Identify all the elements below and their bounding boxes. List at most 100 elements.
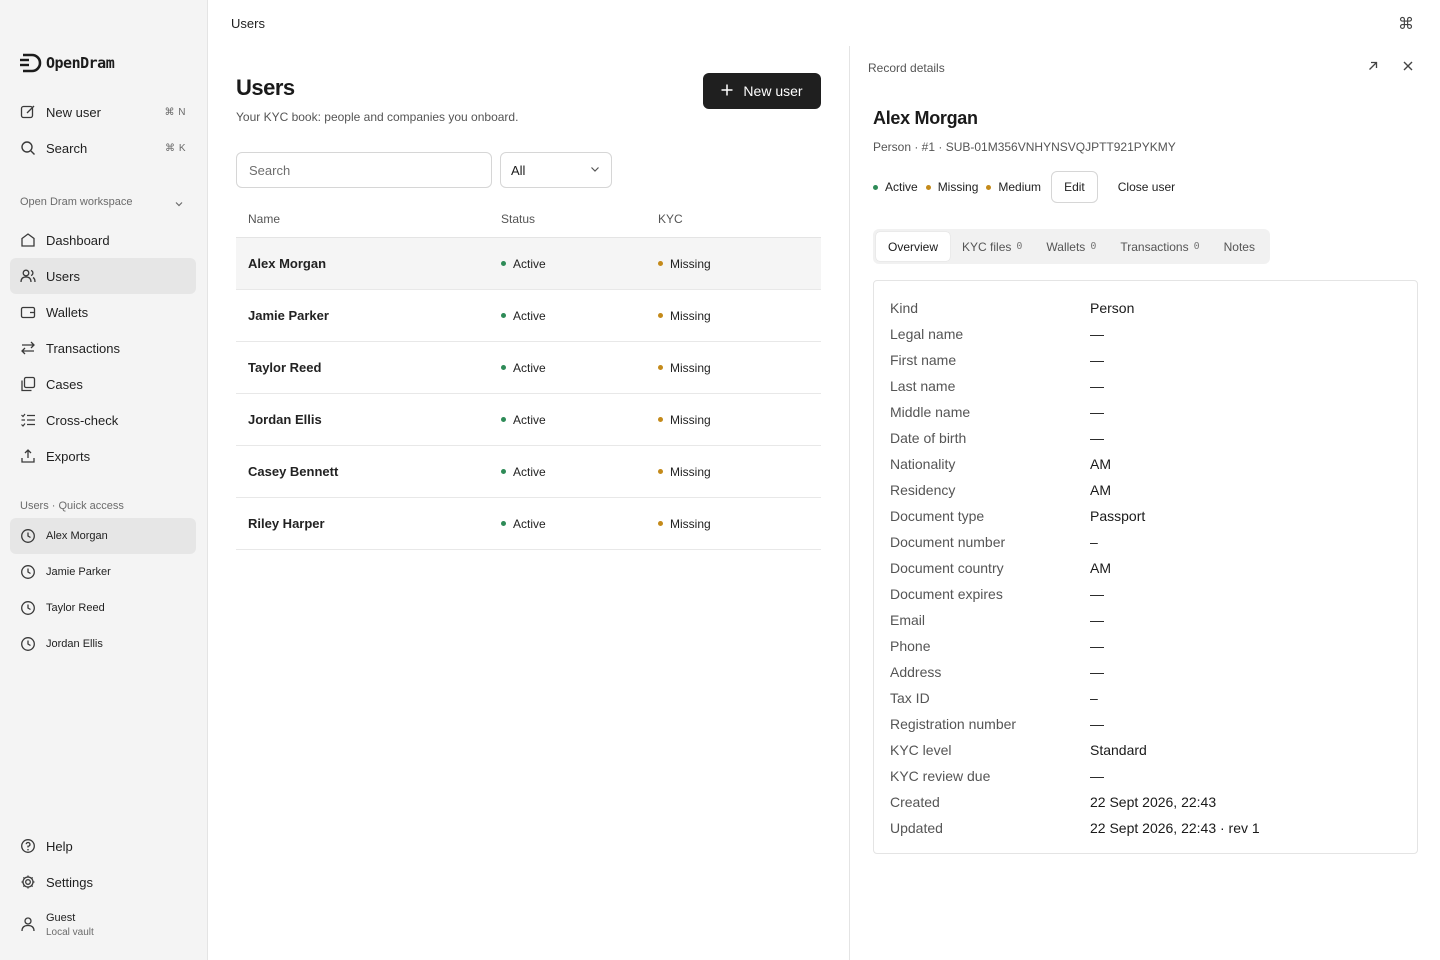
column-header-status[interactable]: Status [501, 212, 658, 226]
field-label: Residency [890, 482, 956, 498]
quick-access-item[interactable]: Taylor Reed [10, 590, 196, 626]
tab-wallets[interactable]: Wallets 0 [1034, 232, 1108, 261]
field-row: First name — [874, 347, 1417, 373]
kyc-dot [658, 313, 663, 318]
sidebar-item-label: Cross-check [46, 412, 119, 428]
field-row: Tax ID – [874, 685, 1417, 711]
close-user-button[interactable]: Close user [1110, 180, 1183, 194]
kyc-pill: Missing [658, 465, 821, 479]
sidebar-item-label: Transactions [46, 340, 120, 356]
table-row[interactable]: Riley Harper Active Missing [236, 498, 821, 550]
field-value: — [1090, 586, 1104, 602]
sidebar-item-transactions[interactable]: Transactions [10, 330, 196, 366]
sidebar-item-wallets[interactable]: Wallets [10, 294, 196, 330]
sidebar-item-help[interactable]: Help [10, 828, 196, 864]
field-row: Registration number — [874, 711, 1417, 737]
field-row: Updated 22 Sept 2026, 22:43 · rev 1 [874, 815, 1417, 841]
sidebar-item-users[interactable]: Users [10, 258, 196, 294]
field-value: — [1090, 326, 1104, 342]
gear-icon [20, 874, 36, 890]
sidebar-item-dashboard[interactable]: Dashboard [10, 222, 196, 258]
badge-label: Medium [998, 180, 1042, 194]
status-text: Active [513, 308, 546, 323]
status-pill: Active [501, 465, 658, 479]
field-label: Updated [890, 820, 943, 836]
kyc-text: Missing [670, 412, 711, 427]
command-icon[interactable]: ⌘ [1398, 14, 1414, 34]
app-logo[interactable]: OpenDram [20, 52, 115, 74]
field-row: KYC review due — [874, 763, 1417, 789]
kyc-text: Missing [670, 360, 711, 375]
edit-button[interactable]: Edit [1051, 171, 1098, 203]
status-dot [501, 313, 506, 318]
field-label: Last name [890, 378, 956, 394]
field-label: Date of birth [890, 430, 967, 446]
table-row[interactable]: Taylor Reed Active Missing [236, 342, 821, 394]
status-dot [501, 417, 506, 422]
field-label: First name [890, 352, 957, 368]
wallet-icon [20, 304, 36, 320]
tab-overview[interactable]: Overview [876, 232, 951, 261]
kyc-cell: Missing [658, 517, 821, 531]
kyc-text: Missing [670, 516, 711, 531]
kyc-cell: Missing [658, 465, 821, 479]
close-icon[interactable] [1401, 59, 1415, 76]
table-row[interactable]: Alex Morgan Active Missing [236, 238, 821, 290]
chevron-down-icon[interactable] [174, 196, 184, 212]
tab-label: Transactions [1120, 239, 1189, 254]
user-name-cell: Casey Bennett [248, 464, 339, 479]
record-details-panel: Record details Alex Morgan Person · #1 ·… [850, 46, 1440, 960]
search-input[interactable] [236, 152, 492, 188]
new-user-button-label: New user [743, 83, 803, 99]
cases-icon [20, 376, 36, 392]
workspace-label[interactable]: Open Dram workspace [20, 196, 133, 208]
column-header-name[interactable]: Name [236, 212, 501, 226]
tab-count: 0 [1090, 241, 1097, 252]
user-account[interactable]: Guest Local vault [20, 912, 94, 938]
badge-dot [925, 184, 931, 190]
clock-icon [20, 600, 36, 616]
kyc-text: Missing [670, 464, 711, 479]
field-value: AM [1090, 560, 1111, 576]
status-text: Active [513, 360, 546, 375]
quick-access-item[interactable]: Alex Morgan [10, 518, 196, 554]
expand-icon[interactable] [1366, 59, 1380, 76]
kyc-badge: Missing [925, 180, 978, 194]
quick-access-label: Jordan Ellis [46, 638, 103, 650]
tab-transactions[interactable]: Transactions 0 [1108, 232, 1211, 261]
field-row: Document number – [874, 529, 1417, 555]
field-value: 22 Sept 2026, 22:43 · rev 1 [1090, 820, 1260, 836]
dashboard-icon [20, 232, 36, 248]
sidebar-item-exports[interactable]: Exports [10, 438, 196, 474]
badge-label: Active [885, 180, 918, 194]
sidebar-item-settings[interactable]: Settings [10, 864, 196, 900]
quick-access-item[interactable]: Jordan Ellis [10, 626, 196, 662]
new-user-shortcut: ⌘ N [164, 106, 186, 118]
new-user-button[interactable]: New user [703, 73, 821, 109]
field-label: Nationality [890, 456, 956, 472]
status-cell: Active [501, 465, 658, 479]
kyc-dot [658, 261, 663, 266]
logo-icon [20, 53, 42, 73]
sidebar-item-label: Wallets [46, 304, 89, 320]
field-label: Kind [890, 300, 919, 316]
table-row[interactable]: Casey Bennett Active Missing [236, 446, 821, 498]
column-header-kyc[interactable]: KYC [658, 212, 821, 226]
new-user-action[interactable]: New user ⌘ N [10, 94, 196, 130]
field-label: Document type [890, 508, 985, 524]
kyc-text: Missing [670, 308, 711, 323]
quick-access-item[interactable]: Jamie Parker [10, 554, 196, 590]
search-action[interactable]: Search ⌘ K [10, 130, 196, 166]
tab-kyc-files[interactable]: KYC files 0 [950, 232, 1034, 261]
sidebar-item-cases[interactable]: Cases [10, 366, 196, 402]
field-value: AM [1090, 456, 1111, 472]
tab-notes[interactable]: Notes [1212, 232, 1267, 261]
status-filter-select[interactable]: All [500, 152, 612, 188]
sidebar-item-cross-check[interactable]: Cross-check [10, 402, 196, 438]
table-row[interactable]: Jamie Parker Active Missing [236, 290, 821, 342]
brand-name: OpenDram [46, 54, 115, 72]
table-row[interactable]: Jordan Ellis Active Missing [236, 394, 821, 446]
table-body: Alex Morgan Active Missing Jamie Parker Acti… [236, 238, 821, 550]
cross-check-icon [20, 412, 36, 428]
field-row: Last name — [874, 373, 1417, 399]
